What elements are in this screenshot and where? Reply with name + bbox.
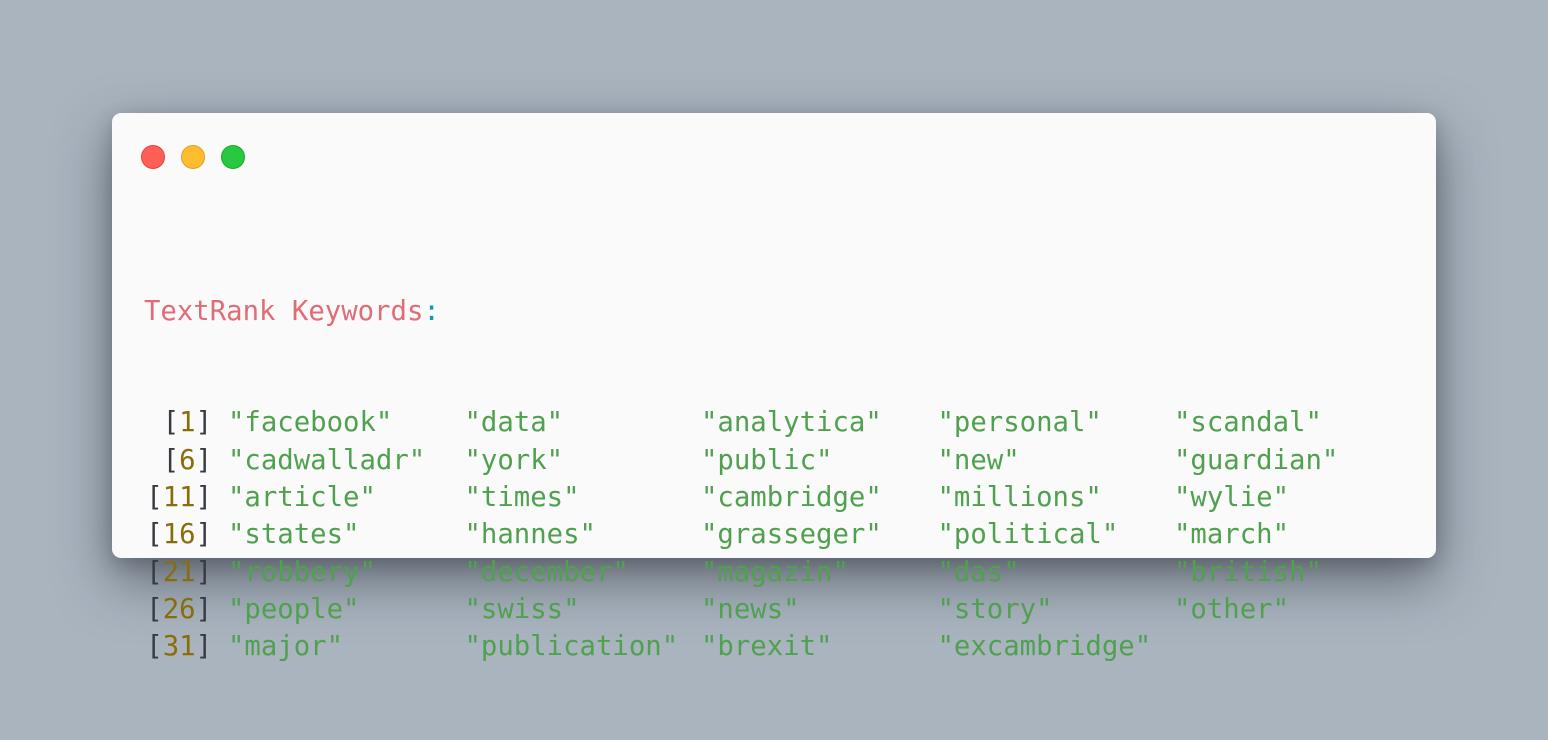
index-open-bracket: [ — [146, 593, 163, 625]
close-button[interactable] — [141, 145, 165, 169]
keyword: "article" — [228, 482, 376, 514]
keyword: "people" — [228, 593, 360, 625]
index-open-bracket: [ — [146, 556, 163, 588]
minimize-button[interactable] — [181, 145, 205, 169]
keyword: "excambridge" — [937, 631, 1152, 663]
keyword: "political" — [937, 519, 1119, 551]
keyword: "robbery" — [228, 556, 376, 588]
row-index: [21] — [144, 554, 212, 591]
index-close-bracket: ] — [195, 407, 212, 439]
keyword: "data" — [464, 407, 564, 439]
index-close-bracket: ] — [195, 631, 212, 663]
keyword: "york" — [464, 444, 564, 476]
keyword: "wylie" — [1174, 482, 1290, 514]
keyword: "cambridge" — [701, 482, 882, 514]
keyword-row: [11] "article" "times" "cambridge" "millions… — [144, 479, 1411, 516]
row-index: [11] — [144, 479, 212, 516]
keyword: "magazin" — [701, 556, 849, 588]
keyword: "december" — [464, 556, 629, 588]
keyword: "guardian" — [1174, 444, 1339, 476]
index-number: 26 — [162, 593, 196, 625]
zoom-button[interactable] — [221, 145, 245, 169]
keyword: "story" — [937, 593, 1053, 625]
keyword: "das" — [937, 556, 1020, 588]
keyword: "times" — [464, 482, 580, 514]
keyword: "grasseger" — [701, 519, 882, 551]
index-open-bracket: [ — [146, 519, 163, 551]
keyword: "personal" — [937, 407, 1102, 439]
row-index: [16] — [144, 516, 212, 553]
keyword: "march" — [1174, 519, 1290, 551]
keyword: "news" — [701, 593, 800, 625]
keyword: "british" — [1174, 556, 1322, 588]
keyword-row: [31] "major" "publication" "brexit" "excambr… — [144, 628, 1411, 665]
keyword: "other" — [1174, 593, 1290, 625]
index-open-bracket: [ — [162, 444, 180, 476]
index-close-bracket: ] — [195, 556, 212, 588]
keyword: "swiss" — [464, 593, 580, 625]
index-number: 21 — [162, 556, 196, 588]
output-title: TextRank Keywords — [144, 295, 424, 327]
keyword: "scandal" — [1174, 407, 1322, 439]
keyword-row: [6] "cadwalladr" "york" "public" "new" "guard… — [144, 442, 1411, 479]
keyword: "publication" — [464, 631, 679, 663]
keyword: "cadwalladr" — [228, 444, 426, 476]
index-open-bracket: [ — [162, 407, 180, 439]
terminal-window: TextRank Keywords: [1] "facebook" "data" "a… — [112, 113, 1436, 662]
output-title-line: TextRank Keywords: — [144, 293, 1411, 330]
index-close-bracket: ] — [195, 482, 212, 514]
index-open-bracket: [ — [146, 631, 163, 663]
keyword: "public" — [701, 444, 833, 476]
keyword: "major" — [228, 631, 344, 663]
index-close-bracket: ] — [195, 519, 212, 551]
keyword: "states" — [228, 519, 360, 551]
keyword: "hannes" — [464, 519, 596, 551]
keyword: "facebook" — [228, 407, 393, 439]
row-index: [1] — [144, 404, 212, 441]
index-number: 11 — [162, 482, 196, 514]
index-number: 6 — [179, 444, 196, 476]
index-open-bracket: [ — [146, 482, 163, 514]
keyword-row: [21] "robbery" "december" "magazin" "das" "br… — [144, 554, 1411, 591]
row-index: [26] — [144, 591, 212, 628]
index-number: 1 — [179, 407, 196, 439]
output-title-colon: : — [423, 295, 440, 327]
keyword: "analytica" — [701, 407, 882, 439]
keyword-row: [16] "states" "hannes" "grasseger" "politica… — [144, 516, 1411, 553]
keyword-rows: [1] "facebook" "data" "analytica" "personal"… — [144, 404, 1411, 665]
index-close-bracket: ] — [195, 593, 212, 625]
keyword-row: [1] "facebook" "data" "analytica" "personal"… — [144, 404, 1411, 441]
keyword: "new" — [937, 444, 1020, 476]
row-index: [6] — [144, 442, 212, 479]
index-number: 31 — [162, 631, 196, 663]
console-output: TextRank Keywords: [1] "facebook" "data" "a… — [144, 218, 1411, 740]
index-close-bracket: ] — [195, 444, 212, 476]
index-number: 16 — [162, 519, 196, 551]
keyword-row: [26] "people" "swiss" "news" "story" "other" — [144, 591, 1411, 628]
keyword: "brexit" — [701, 631, 833, 663]
row-index: [31] — [144, 628, 212, 665]
keyword: "millions" — [937, 482, 1102, 514]
